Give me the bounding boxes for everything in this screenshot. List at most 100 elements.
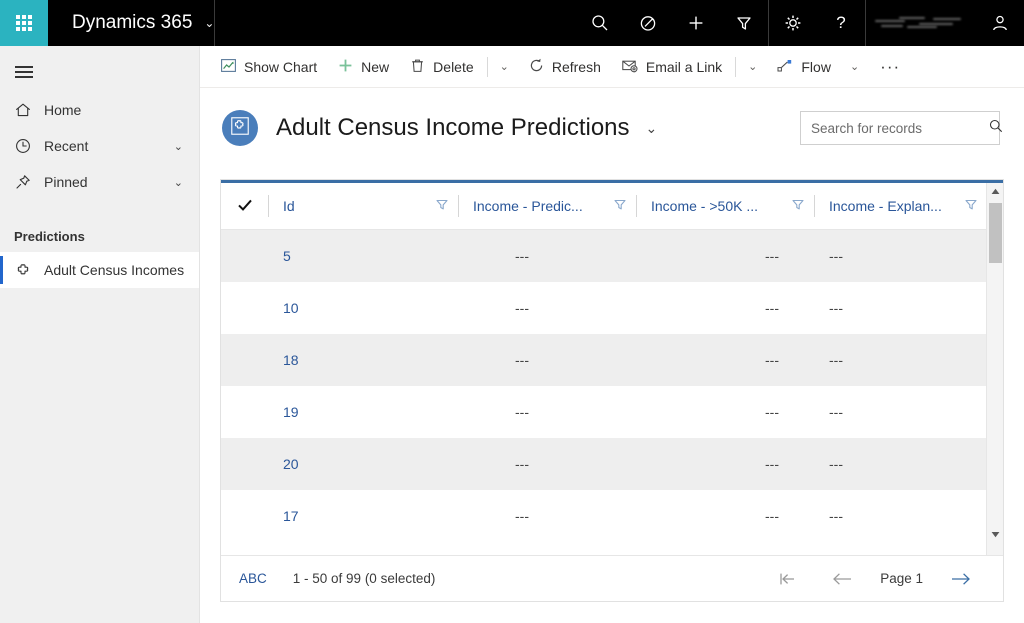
pagination-controls: Page 1: [762, 560, 987, 598]
sidebar-item-label: Recent: [44, 138, 88, 154]
settings-gear-icon[interactable]: [769, 0, 817, 46]
column-header-income-explanation[interactable]: Income - Explan...: [815, 183, 988, 229]
sidebar-item-label: Home: [44, 102, 81, 118]
scrollbar-thumb[interactable]: [989, 203, 1002, 263]
filter-icon[interactable]: [720, 0, 768, 46]
cell-income-explanation: ---: [815, 300, 988, 316]
delete-overflow-chevron-icon[interactable]: ⌄: [491, 46, 518, 88]
select-all-checkbox[interactable]: [221, 183, 269, 229]
home-icon: [14, 101, 44, 119]
active-indicator: [0, 256, 3, 284]
next-page-button[interactable]: [933, 560, 987, 598]
waffle-icon: [16, 15, 32, 31]
help-icon[interactable]: ?: [817, 0, 865, 46]
records-grid: Id Income - Predic... Income - >50K ... …: [220, 179, 1004, 602]
table-row[interactable]: 10---------: [221, 282, 1003, 334]
scroll-up-button[interactable]: [987, 183, 1003, 200]
first-page-button[interactable]: [762, 560, 816, 598]
funnel-icon[interactable]: [613, 198, 627, 215]
grid-vertical-scrollbar[interactable]: [986, 183, 1003, 601]
cell-id[interactable]: 20: [269, 456, 459, 472]
user-name-redacted: [866, 0, 976, 46]
sidebar-item-adult-census-incomes[interactable]: Adult Census Incomes: [0, 252, 199, 288]
funnel-icon[interactable]: [964, 198, 978, 215]
grid-header-row: Id Income - Predic... Income - >50K ... …: [221, 183, 1003, 230]
search-icon[interactable]: [988, 118, 1004, 139]
chevron-down-icon[interactable]: ⌄: [174, 140, 183, 153]
table-row[interactable]: 17---------: [221, 490, 1003, 542]
table-row[interactable]: 20---------: [221, 438, 1003, 490]
new-button[interactable]: New: [327, 46, 399, 88]
show-chart-button[interactable]: Show Chart: [210, 46, 327, 88]
page-header: Adult Census Income Predictions ⌄: [200, 88, 1024, 168]
new-label: New: [361, 59, 389, 75]
cell-income-explanation: ---: [815, 352, 988, 368]
command-divider-1: [487, 57, 488, 77]
column-label: Income - >50K ...: [651, 198, 758, 214]
flow-chevron-icon[interactable]: ⌄: [841, 46, 868, 88]
cell-income-predicted: ---: [459, 248, 637, 264]
quick-create-icon[interactable]: [672, 0, 720, 46]
search-icon[interactable]: [576, 0, 624, 46]
funnel-icon[interactable]: [791, 198, 805, 215]
table-row[interactable]: 19---------: [221, 386, 1003, 438]
show-chart-label: Show Chart: [244, 59, 317, 75]
flow-button[interactable]: Flow: [766, 46, 841, 88]
cell-income-predicted: ---: [459, 508, 637, 524]
email-a-link-button[interactable]: Email a Link: [611, 46, 732, 88]
avatar[interactable]: [976, 0, 1024, 46]
cell-income-gt50k: ---: [637, 248, 815, 264]
previous-page-button[interactable]: [816, 560, 870, 598]
column-label: Income - Explan...: [829, 198, 942, 214]
table-row[interactable]: 18---------: [221, 334, 1003, 386]
email-overflow-chevron-icon[interactable]: ⌄: [739, 46, 766, 88]
view-selector-chevron-icon[interactable]: ⌄: [646, 120, 658, 137]
sidebar-nav: Home Recent ⌄ Pinned ⌄ Predictions Adult…: [0, 46, 200, 623]
brand-dynamics365[interactable]: Dynamics 365 ⌄: [48, 12, 214, 34]
cell-income-gt50k: ---: [637, 404, 815, 420]
puzzle-icon: [230, 116, 250, 141]
hamburger-icon: [15, 63, 33, 81]
alphabet-filter-abc[interactable]: ABC: [239, 571, 267, 586]
plus-icon: [337, 57, 354, 77]
cell-income-explanation: ---: [815, 456, 988, 472]
sidebar-item-pinned[interactable]: Pinned ⌄: [0, 164, 199, 200]
column-header-income-gt50k[interactable]: Income - >50K ...: [637, 183, 815, 229]
command-divider-2: [735, 57, 736, 77]
pin-icon: [14, 173, 44, 191]
delete-button[interactable]: Delete: [399, 46, 483, 88]
delete-label: Delete: [433, 59, 473, 75]
cell-income-predicted: ---: [459, 352, 637, 368]
column-label: Id: [283, 198, 295, 214]
table-row[interactable]: 5---------: [221, 230, 1003, 282]
app-launcher-button[interactable]: [0, 0, 48, 46]
scroll-down-button[interactable]: [987, 526, 1004, 543]
sitemap-toggle-button[interactable]: [0, 52, 48, 92]
page-entity-avatar: [222, 110, 258, 146]
cell-id[interactable]: 10: [269, 300, 459, 316]
cell-id[interactable]: 5: [269, 248, 459, 264]
cell-id[interactable]: 17: [269, 508, 459, 524]
funnel-icon[interactable]: [435, 198, 449, 215]
refresh-button[interactable]: Refresh: [518, 46, 611, 88]
record-count-label: 1 - 50 of 99 (0 selected): [293, 571, 436, 586]
blurred-text: [873, 14, 969, 32]
email-link-icon: [621, 57, 639, 77]
search-records-box[interactable]: [800, 111, 1000, 145]
refresh-label: Refresh: [552, 59, 601, 75]
cell-id[interactable]: 18: [269, 352, 459, 368]
sidebar-item-home[interactable]: Home: [0, 92, 199, 128]
column-label: Income - Predic...: [473, 198, 583, 214]
sidebar-item-recent[interactable]: Recent ⌄: [0, 128, 199, 164]
help-glyph: ?: [836, 13, 845, 33]
chevron-down-icon[interactable]: ⌄: [174, 176, 183, 189]
column-header-income-predicted[interactable]: Income - Predic...: [459, 183, 637, 229]
brand-label: Dynamics 365: [72, 12, 192, 34]
assistant-icon[interactable]: [624, 0, 672, 46]
column-header-id[interactable]: Id: [269, 183, 459, 229]
more-commands-button[interactable]: ···: [868, 46, 912, 88]
topbar-icon-group: ?: [576, 0, 1024, 46]
search-input[interactable]: [811, 121, 988, 136]
cell-id[interactable]: 19: [269, 404, 459, 420]
page-number-label: Page 1: [870, 571, 933, 586]
